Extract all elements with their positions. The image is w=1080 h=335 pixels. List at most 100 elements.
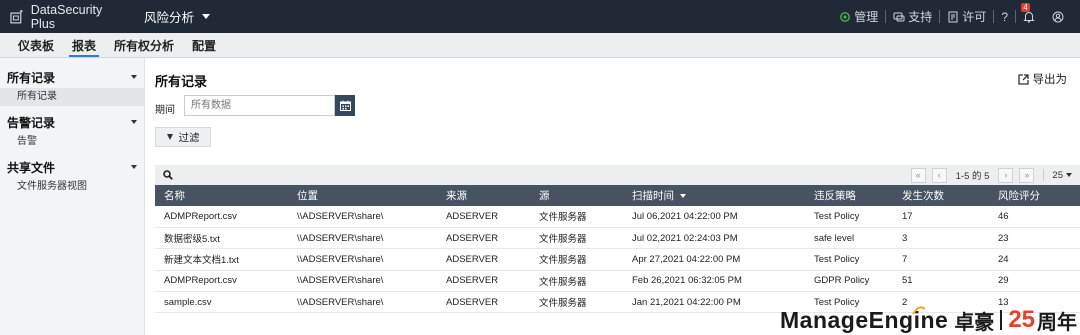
table-toolbar: « ‹ 1-5 的 5 › » 25 xyxy=(155,165,1080,185)
sidebar-item-all-records[interactable]: 所有记录 xyxy=(0,88,144,106)
tab-configuration[interactable]: 配置 xyxy=(183,33,225,57)
admin-label: 管理 xyxy=(854,10,879,24)
table-row[interactable]: ADMPReport.csv \\ADSERVER\share\ ADSERVE… xyxy=(155,270,1080,292)
module-switcher[interactable]: 风险分析 xyxy=(128,7,211,26)
cell-occurrences: 3 xyxy=(902,232,908,244)
cell-name: 新建文本文档1.txt xyxy=(164,255,239,267)
top-bar: DataSecurity Plus 风险分析 管理 支持 许可 ? 4 xyxy=(0,0,1080,33)
column-header-source[interactable]: 源 xyxy=(530,185,623,206)
column-header-label: 扫描时间 xyxy=(632,190,674,202)
column-header-occurrences[interactable]: 发生次数 xyxy=(893,185,989,206)
swoosh-icon xyxy=(912,306,926,315)
cell-origin: ADSERVER xyxy=(446,232,499,244)
cell-source: 文件服务器 xyxy=(539,276,587,288)
sort-desc-icon xyxy=(680,194,686,199)
notifications-button[interactable]: 4 xyxy=(1016,3,1045,23)
sidebar-group-alert-records[interactable]: 告警记录 xyxy=(0,111,144,133)
last-page-button[interactable]: » xyxy=(1019,167,1035,183)
chevron-down-icon xyxy=(202,14,211,19)
sidebar-item-alerts[interactable]: 告警 xyxy=(0,133,144,151)
gear-icon xyxy=(840,11,851,22)
main-nav: 仪表板 报表 所有权分析 配置 xyxy=(0,33,1080,58)
export-label: 导出为 xyxy=(1032,74,1068,86)
table-header-row: 名称 位置 来源 源 扫描时间 违反策略 发生次数 风险评分 xyxy=(155,185,1080,206)
chevron-down-icon xyxy=(1066,173,1072,177)
cell-name: ADMPReport.csv xyxy=(164,210,237,222)
support-label: 支持 xyxy=(908,10,933,24)
manageengine-watermark: ManageEngine 卓豪 25 周年 xyxy=(780,305,1077,335)
cell-location: \\ADSERVER\share\ xyxy=(297,253,384,265)
product-logo[interactable]: DataSecurity Plus xyxy=(0,3,128,31)
table-row[interactable]: 数据密级5.txt \\ADSERVER\share\ ADSERVER 文件服… xyxy=(155,227,1080,249)
next-page-button[interactable]: › xyxy=(998,167,1014,183)
cell-source: 文件服务器 xyxy=(539,234,587,246)
cell-source: 文件服务器 xyxy=(539,255,587,267)
admin-link[interactable]: 管理 xyxy=(832,8,885,25)
cell-scan-time: Apr 27,2021 04:22:00 PM xyxy=(632,253,741,265)
tab-reports[interactable]: 报表 xyxy=(63,33,105,57)
collapse-arrow-icon xyxy=(131,165,137,169)
page-info: 1-5 的 5 xyxy=(955,171,990,182)
filter-icon xyxy=(166,134,173,140)
cell-location: \\ADSERVER\share\ xyxy=(297,210,384,222)
divider xyxy=(1000,310,1003,330)
tab-ownership-analysis[interactable]: 所有权分析 xyxy=(105,33,183,57)
license-icon xyxy=(948,11,958,22)
help-icon: ? xyxy=(1001,9,1008,24)
cell-location: \\ADSERVER\share\ xyxy=(297,296,384,308)
cell-name: 数据密级5.txt xyxy=(164,234,220,246)
cell-origin: ADSERVER xyxy=(446,275,499,287)
watermark-suffix: 周年 xyxy=(1037,311,1078,334)
collapse-arrow-icon xyxy=(131,120,137,124)
collapse-arrow-icon xyxy=(131,75,137,79)
search-icon[interactable] xyxy=(163,170,173,180)
sidebar-group-all-records[interactable]: 所有记录 xyxy=(0,66,144,88)
first-page-button[interactable]: « xyxy=(910,167,926,183)
brand-name: DataSecurity Plus xyxy=(30,2,103,31)
export-button[interactable]: 导出为 xyxy=(1017,71,1068,87)
support-link[interactable]: 支持 xyxy=(886,8,939,25)
prev-page-button[interactable]: ‹ xyxy=(931,167,947,183)
main-content: 所有记录 导出为 期间 过滤 « ‹ 1-5 的 5 › » 25 xyxy=(145,58,1080,335)
cell-scan-time: Feb 26,2021 06:32:05 PM xyxy=(632,275,742,287)
module-name: 风险分析 xyxy=(144,11,195,25)
pagination: « ‹ 1-5 的 5 › » 25 xyxy=(908,165,1080,185)
divider xyxy=(1043,169,1045,181)
calendar-button[interactable] xyxy=(335,95,355,116)
user-avatar[interactable] xyxy=(1045,11,1074,23)
column-header-name[interactable]: 名称 xyxy=(155,185,288,206)
page-size-select[interactable]: 25 xyxy=(1052,170,1072,181)
table-row[interactable]: 新建文本文档1.txt \\ADSERVER\share\ ADSERVER 文… xyxy=(155,249,1080,271)
sidebar-item-file-server-view[interactable]: 文件服务器视图 xyxy=(0,178,144,196)
calendar-icon xyxy=(339,100,351,111)
page-title: 所有记录 xyxy=(155,74,208,89)
sidebar-group-shared-files[interactable]: 共享文件 xyxy=(0,156,144,178)
help-button[interactable]: ? xyxy=(994,10,1015,24)
datasecurity-logo-icon xyxy=(10,9,23,23)
column-header-policy[interactable]: 违反策略 xyxy=(805,185,893,206)
cell-scan-time: Jul 06,2021 04:22:00 PM xyxy=(632,210,738,222)
column-header-location[interactable]: 位置 xyxy=(288,185,437,206)
cell-location: \\ADSERVER\share\ xyxy=(297,275,384,287)
column-header-risk-score[interactable]: 风险评分 xyxy=(989,185,1080,206)
license-label: 许可 xyxy=(962,10,987,24)
cell-name: sample.csv xyxy=(164,296,212,308)
column-header-origin[interactable]: 来源 xyxy=(437,185,530,206)
tab-dashboard[interactable]: 仪表板 xyxy=(9,33,63,57)
cell-name: ADMPReport.csv xyxy=(164,275,237,287)
sidebar-group-label: 所有记录 xyxy=(7,70,56,85)
table-row[interactable]: ADMPReport.csv \\ADSERVER\share\ ADSERVE… xyxy=(155,206,1080,228)
watermark-years: 25 xyxy=(1008,306,1036,333)
cell-policy: Test Policy xyxy=(814,210,860,222)
filter-button[interactable]: 过滤 xyxy=(155,127,211,147)
cell-scan-time: Jul 02,2021 02:24:03 PM xyxy=(632,232,738,244)
license-link[interactable]: 许可 xyxy=(940,8,993,25)
cell-risk-score: 29 xyxy=(998,275,1009,287)
header-actions: 管理 支持 许可 ? 4 xyxy=(832,0,1074,33)
cell-scan-time: Jan 21,2021 04:22:00 PM xyxy=(632,296,741,308)
cell-occurrences: 51 xyxy=(902,275,913,287)
column-header-scan-time[interactable]: 扫描时间 xyxy=(623,185,805,206)
watermark-cn: 卓豪 xyxy=(954,311,995,334)
cell-origin: ADSERVER xyxy=(446,296,499,308)
period-input[interactable] xyxy=(184,95,335,116)
